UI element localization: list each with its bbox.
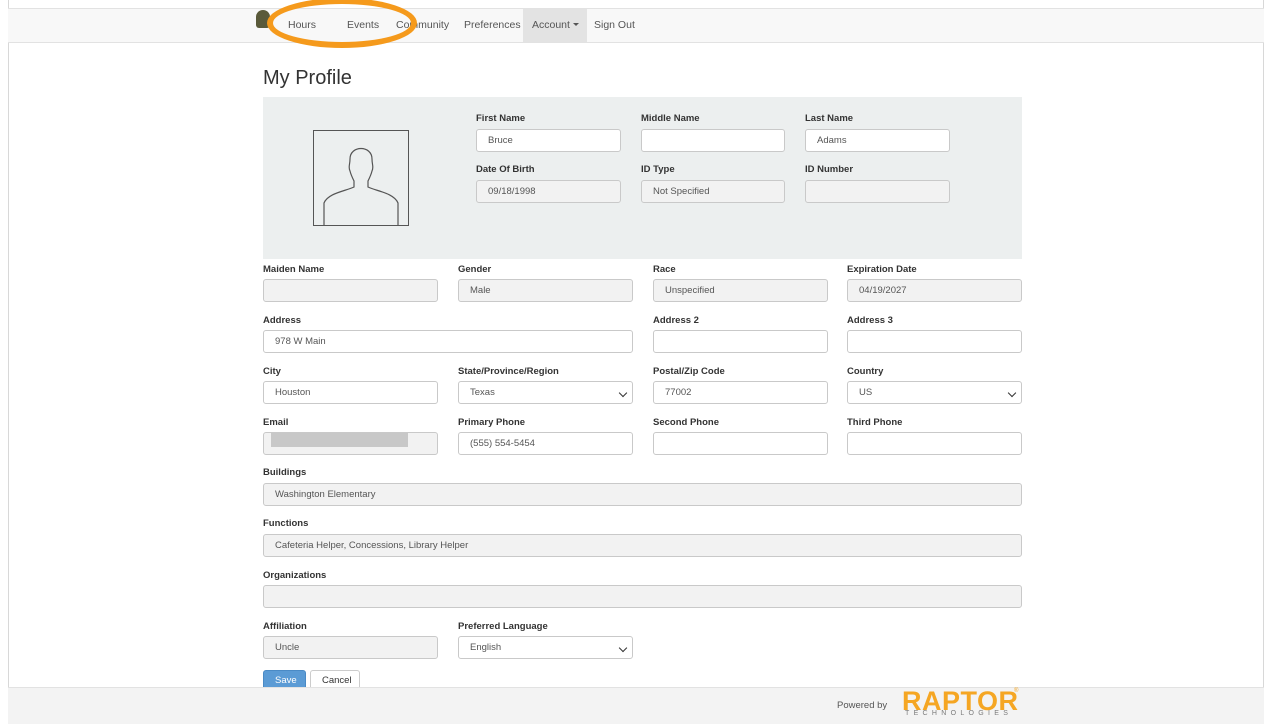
expiration-date-field[interactable]: 04/19/2027 (847, 279, 1022, 302)
nav-hours[interactable]: Hours (279, 9, 325, 42)
first-name-label: First Name (476, 113, 526, 124)
buildings-field[interactable]: Washington Elementary (263, 483, 1022, 506)
id-type-label: ID Type (641, 164, 675, 175)
nav-account-dropdown[interactable]: Account (523, 9, 587, 42)
footer (8, 687, 1264, 724)
postal-code-label: Postal/Zip Code (653, 366, 725, 377)
nav-sign-out[interactable]: Sign Out (585, 9, 644, 42)
email-label: Email (263, 417, 289, 428)
nav-preferences[interactable]: Preferences (455, 9, 530, 42)
id-number-label: ID Number (805, 164, 854, 175)
affiliation-label: Affiliation (263, 621, 307, 632)
address-field[interactable]: 978 W Main (263, 330, 633, 353)
functions-label: Functions (263, 518, 309, 529)
address3-label: Address 3 (847, 315, 893, 326)
organizations-label: Organizations (263, 570, 327, 581)
dob-field[interactable]: 09/18/1998 (476, 180, 621, 203)
dob-label: Date Of Birth (476, 164, 535, 175)
third-phone-field[interactable] (847, 432, 1022, 455)
state-select[interactable]: Texas (458, 381, 633, 404)
redaction-block (271, 433, 408, 447)
chevron-down-icon (618, 388, 628, 398)
registered-mark: ® (1014, 688, 1019, 694)
affiliation-field[interactable]: Uncle (263, 636, 438, 659)
app-logo-icon[interactable] (256, 10, 270, 28)
address3-field[interactable] (847, 330, 1022, 353)
preferred-language-select[interactable]: English (458, 636, 633, 659)
buildings-label: Buildings (263, 467, 307, 478)
first-name-field[interactable]: Bruce (476, 129, 621, 152)
primary-phone-field[interactable]: (555) 554-5454 (458, 432, 633, 455)
nav-events[interactable]: Events (338, 9, 388, 42)
state-label: State/Province/Region (458, 366, 559, 377)
address-label: Address (263, 315, 302, 326)
avatar-placeholder[interactable] (313, 130, 409, 226)
second-phone-field[interactable] (653, 432, 828, 455)
race-field[interactable]: Unspecified (653, 279, 828, 302)
gender-field[interactable]: Male (458, 279, 633, 302)
nav-account-label: Account (532, 19, 570, 31)
page-title: My Profile (263, 67, 352, 89)
second-phone-label: Second Phone (653, 417, 719, 428)
organizations-field[interactable] (263, 585, 1022, 608)
raptor-logo-subtitle: TECHNOLOGIES (905, 710, 1013, 717)
country-select[interactable]: US (847, 381, 1022, 404)
functions-field[interactable]: Cafeteria Helper, Concessions, Library H… (263, 534, 1022, 557)
id-type-field[interactable]: Not Specified (641, 180, 785, 203)
caret-down-icon (572, 23, 579, 26)
postal-code-field[interactable]: 77002 (653, 381, 828, 404)
last-name-field[interactable]: Adams (805, 129, 950, 152)
chevron-down-icon (618, 643, 628, 653)
third-phone-label: Third Phone (847, 417, 903, 428)
preferred-language-label: Preferred Language (458, 621, 548, 632)
address2-label: Address 2 (653, 315, 699, 326)
address2-field[interactable] (653, 330, 828, 353)
nav-community[interactable]: Community (387, 9, 458, 42)
powered-by-text: Powered by (837, 700, 888, 711)
primary-phone-label: Primary Phone (458, 417, 526, 428)
country-select-value: US (859, 387, 873, 398)
gender-label: Gender (458, 264, 492, 275)
city-field[interactable]: Houston (263, 381, 438, 404)
person-silhouette-icon (323, 147, 399, 225)
chevron-down-icon (1007, 388, 1017, 398)
city-label: City (263, 366, 281, 377)
maiden-name-field[interactable] (263, 279, 438, 302)
race-label: Race (653, 264, 676, 275)
id-number-field[interactable] (805, 180, 950, 203)
middle-name-label: Middle Name (641, 113, 700, 124)
state-select-value: Texas (470, 387, 495, 398)
preferred-language-value: English (470, 642, 502, 653)
maiden-name-label: Maiden Name (263, 264, 325, 275)
last-name-label: Last Name (805, 113, 854, 124)
country-label: Country (847, 366, 884, 377)
expiration-date-label: Expiration Date (847, 264, 917, 275)
middle-name-field[interactable] (641, 129, 785, 152)
